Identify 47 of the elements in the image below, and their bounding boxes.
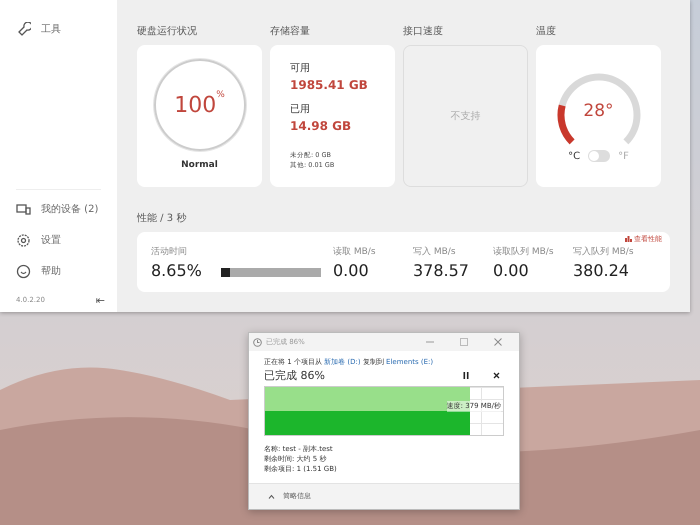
section-title: 硬盘运行状况 [137,24,198,39]
settings-icon [16,233,31,248]
metric-value: 0.00 [333,260,370,282]
temperature-value: 28° [582,100,615,122]
wrench-icon [16,22,31,37]
metric-value: 8.65% [151,260,203,282]
health-status: Normal [181,159,218,172]
fahrenheit-label: °F [618,150,629,164]
sidebar-label: 帮助 [41,264,61,279]
section-title: 性能 / 3 秒 [137,212,188,226]
unit-toggle[interactable] [588,150,610,162]
health-value: 100 [174,92,216,120]
collapse-button[interactable]: ⇤ [92,295,109,306]
metric-label: 活动时间 [151,246,188,258]
section-title: 存储容量 [270,24,311,39]
sidebar-item[interactable]: 帮助 [16,256,117,287]
metric-value: 0.00 [493,260,530,282]
metric-label: 写入 MB/s [413,246,457,258]
pause-icon [463,372,469,380]
storage-value: 14.98 GB [290,118,352,135]
metric-value: 380.24 [573,260,630,282]
smiley-icon [16,264,31,279]
storage-label: 已用 [290,103,311,117]
section-title: 接口速度 [403,24,444,39]
metric-label: 读取队列 MB/s [493,246,555,258]
clock-icon [253,338,262,346]
metric-value: 378.57 [413,260,470,282]
sidebar-item[interactable]: 我的设备 (2) [16,194,117,225]
sidebar-label: 我的设备 (2) [41,202,98,217]
close-icon [493,337,503,347]
percent-sign: % [216,89,225,102]
devices-icon [16,202,31,217]
sidebar-label: 设置 [41,234,61,248]
progress-heading: 已完成 86% [264,368,326,384]
maximize-icon [459,337,469,347]
section-title: 温度 [536,24,557,39]
storage-value: 1985.41 GB [290,77,369,94]
storage-label: 可用 [290,62,311,76]
bar-chart-icon [625,236,632,242]
metric-label: 读取 MB/s [333,246,377,258]
sidebar-label: 工具 [41,23,61,37]
chevron-icon [268,494,275,499]
sidebar-item[interactable]: 工具 [16,14,117,45]
metric-label: 写入队列 MB/s [573,246,635,258]
sidebar-item[interactable]: 设置 [16,225,117,256]
unsupported-text: 不支持 [450,110,480,124]
celsius-label: °C [568,150,580,164]
